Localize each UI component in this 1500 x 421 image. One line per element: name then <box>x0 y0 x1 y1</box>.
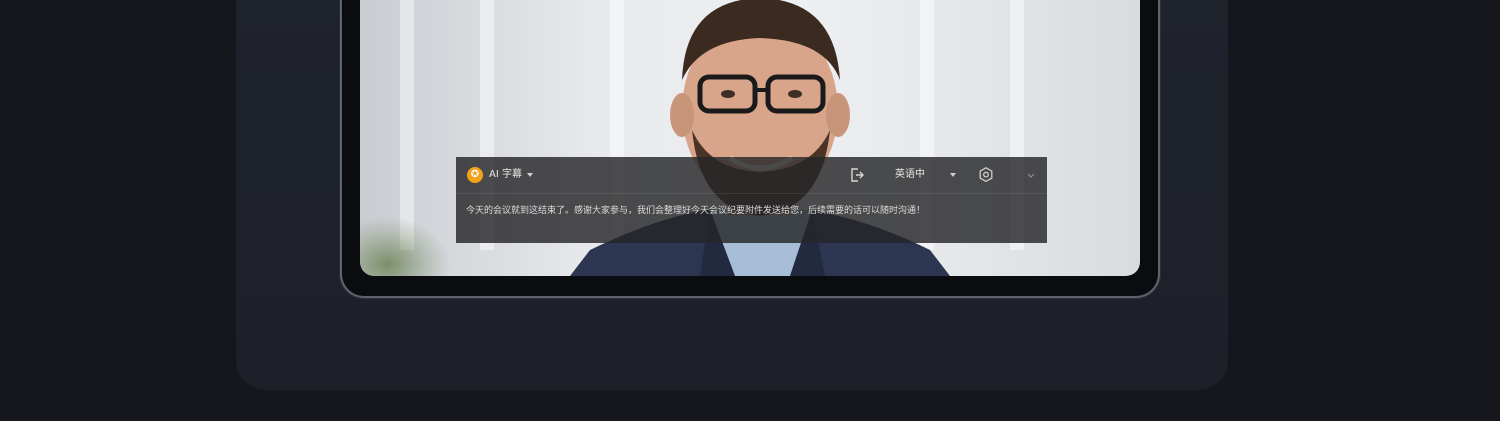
window-light-strip <box>400 0 414 250</box>
caption-toolbar: ✪ AI 字幕 英语中 <box>456 157 1047 194</box>
background-plant <box>360 216 450 276</box>
chevron-down-icon[interactable] <box>527 173 533 177</box>
language-select[interactable]: 英语中 <box>895 166 925 184</box>
chevron-down-icon[interactable] <box>1022 166 1040 184</box>
gear-icon[interactable] <box>977 166 995 184</box>
chevron-down-icon[interactable] <box>950 173 956 177</box>
exit-icon[interactable] <box>848 166 866 184</box>
caption-title[interactable]: AI 字幕 <box>489 166 522 184</box>
ai-logo-icon: ✪ <box>467 167 483 183</box>
caption-text: 今天的会议就到这结束了。感谢大家参与，我们会整理好今天会议纪要附件发送给您，后续… <box>466 206 926 216</box>
ai-caption-panel: ✪ AI 字幕 英语中 今天的会议就到这结束了。感谢大家参与，我们会整理好今天会… <box>456 157 1047 243</box>
page-background: ✪ AI 字幕 英语中 今天的会议就到这结束了。感谢大家参与，我们会整理好今天会… <box>0 0 1500 421</box>
